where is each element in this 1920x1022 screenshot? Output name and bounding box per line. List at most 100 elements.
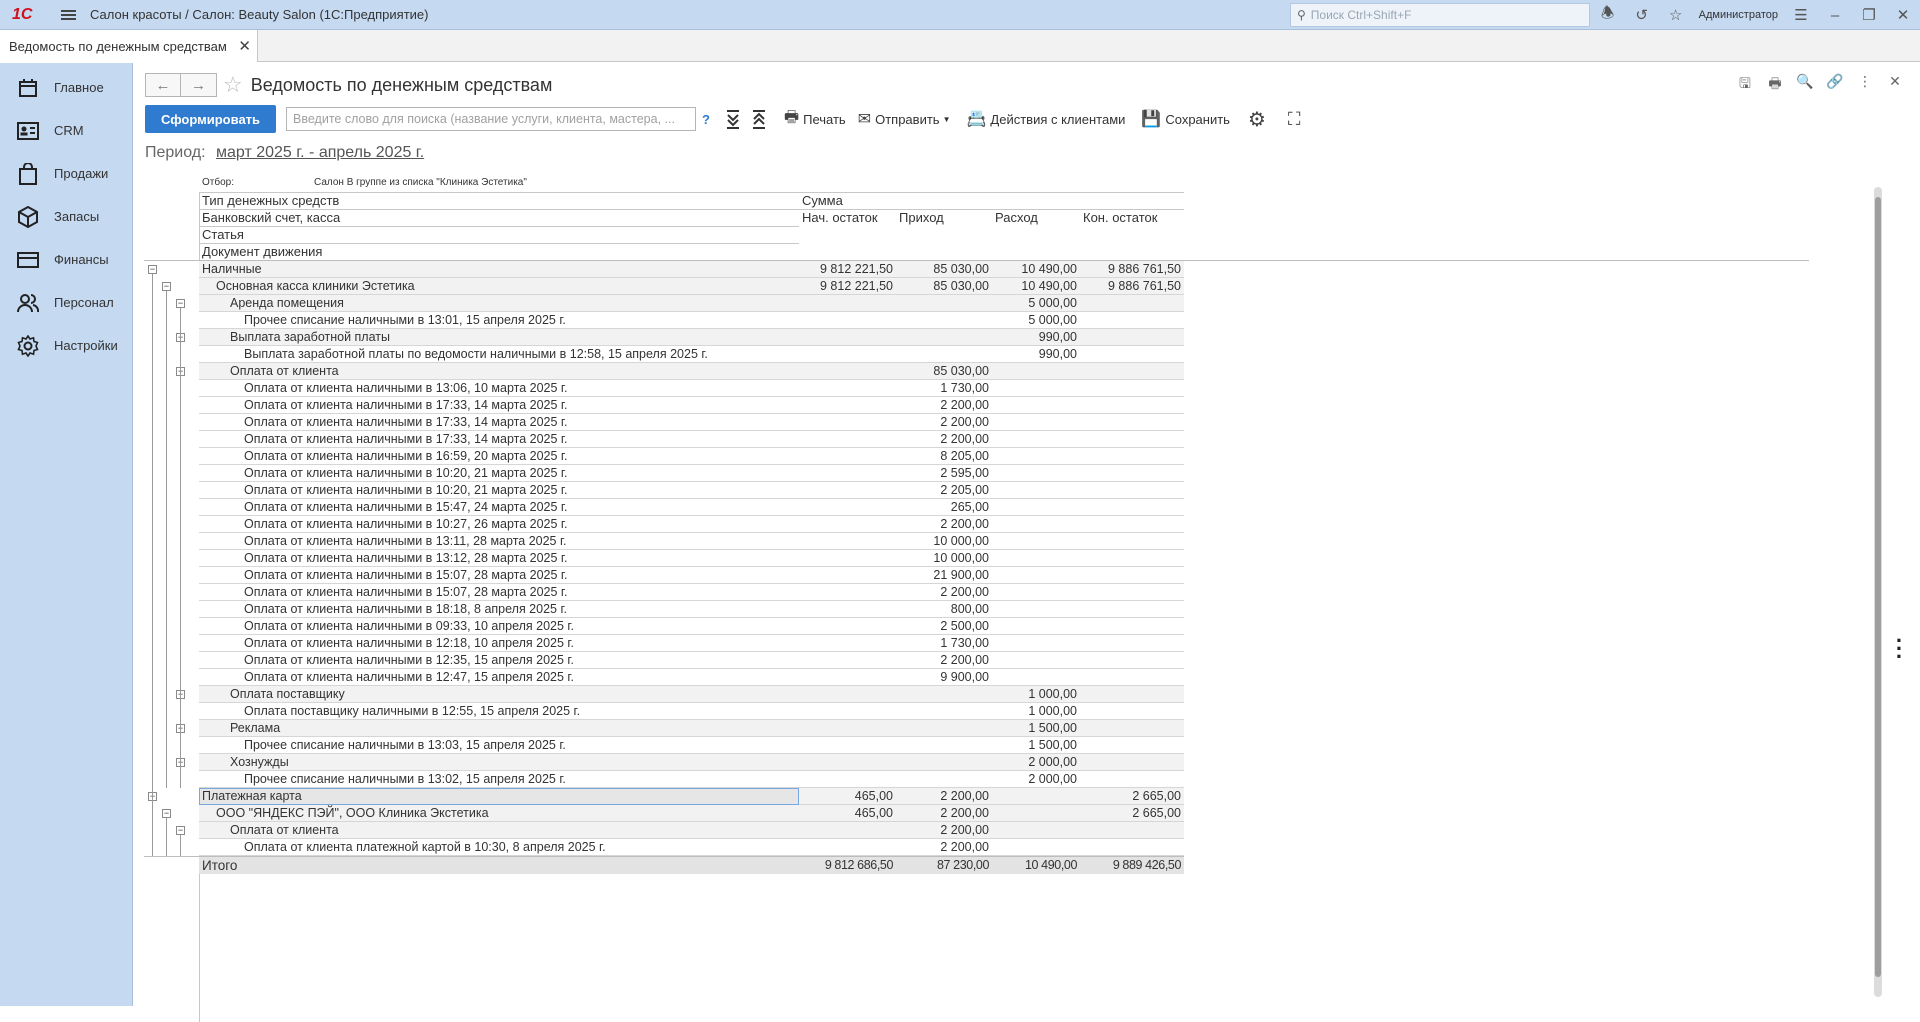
side-panel-handle-icon[interactable]: ... — [1896, 624, 1902, 662]
main-menu-icon[interactable] — [48, 8, 88, 22]
history-icon[interactable]: ↺ — [1625, 6, 1659, 24]
sidebar-item-staff[interactable]: Персонал — [0, 281, 132, 324]
report-row[interactable]: Оплата от клиента наличными в 15:07, 28 … — [199, 584, 1184, 601]
save-button[interactable]: 💾 Сохранить — [1141, 109, 1230, 129]
open-windows-bar: Ведомость по денежным средствам ✕ — [0, 30, 1920, 62]
contact-card-icon: 📇 — [966, 111, 987, 128]
report-row[interactable]: Прочее списание наличными в 13:03, 15 ап… — [199, 737, 1184, 754]
amount-cell: 2 665,00 — [1132, 806, 1181, 820]
row-label: Оплата от клиента наличными в 17:33, 14 … — [244, 415, 568, 429]
amount-cell: 5 000,00 — [1028, 296, 1077, 310]
box-icon — [15, 204, 40, 229]
sidebar-item-sales[interactable]: Продажи — [0, 152, 132, 195]
filter-value: Салон В группе из списка "Клиника Эстети… — [314, 177, 527, 188]
amount-cell: 2 200,00 — [940, 840, 989, 854]
report-settings-button[interactable]: ⚙ — [1248, 107, 1270, 132]
report-row[interactable]: Оплата от клиента наличными в 12:18, 10 … — [199, 635, 1184, 652]
report-group-row[interactable]: Оплата поставщику 1 000,00 — [199, 686, 1184, 703]
report-group-row[interactable]: Основная касса клиники Эстетика 9 812 221… — [199, 278, 1184, 295]
report-row[interactable]: Прочее списание наличными в 13:02, 15 ап… — [199, 771, 1184, 788]
forward-button[interactable]: → — [181, 73, 217, 97]
send-button[interactable]: ✉ Отправить ▼ — [858, 109, 951, 129]
report-group-row[interactable]: Хознужды 2 000,00 — [199, 754, 1184, 771]
sidebar-item-settings[interactable]: Настройки — [0, 324, 132, 367]
report-search-input[interactable]: Введите слово для поиска (название услуг… — [286, 107, 697, 131]
report-row[interactable]: Оплата от клиента наличными в 13:12, 28 … — [199, 550, 1184, 567]
favorites-star-icon[interactable]: ☆ — [1659, 6, 1693, 24]
report-row[interactable]: Оплата от клиента наличными в 18:18, 8 а… — [199, 601, 1184, 618]
close-window-icon[interactable]: ✕ — [1886, 6, 1920, 24]
print-button[interactable]: 🖶 Печать — [784, 106, 846, 133]
sidebar-item-main[interactable]: Главное — [0, 66, 132, 109]
report-row[interactable]: Оплата от клиента наличными в 15:07, 28 … — [199, 567, 1184, 584]
sidebar-item-crm[interactable]: CRM — [0, 109, 132, 152]
current-user[interactable]: Администратор — [1693, 9, 1784, 21]
report-row[interactable]: Оплата от клиента наличными в 10:20, 21 … — [199, 482, 1184, 499]
notifications-bell-icon[interactable]: 🕭 — [1591, 3, 1625, 28]
link-icon[interactable]: 🔗 — [1820, 73, 1850, 97]
report-row[interactable]: Прочее списание наличными в 13:01, 15 ап… — [199, 312, 1184, 329]
client-actions-button[interactable]: 📇 Действия с клиентами — [966, 109, 1125, 129]
report-row[interactable]: Оплата от клиента наличными в 12:35, 15 … — [199, 652, 1184, 669]
collapse-toggle-icon[interactable]: − — [162, 282, 171, 291]
amount-cell: 2 200,00 — [940, 432, 989, 446]
tab-cash-report[interactable]: Ведомость по денежным средствам ✕ — [0, 30, 258, 62]
sidebar-item-inventory[interactable]: Запасы — [0, 195, 132, 238]
vertical-scrollbar[interactable] — [1874, 187, 1882, 997]
send-label: Отправить — [875, 111, 940, 127]
report-row[interactable]: Оплата от клиента наличными в 10:27, 26 … — [199, 516, 1184, 533]
close-tab-icon[interactable]: ✕ — [238, 37, 251, 55]
report-row[interactable]: Оплата от клиента наличными в 09:33, 10 … — [199, 618, 1184, 635]
collapse-toggle-icon[interactable]: − — [162, 809, 171, 818]
period-link[interactable]: март 2025 г. - апрель 2025 г. — [216, 144, 424, 161]
report-group-row[interactable]: Платежная карта 465,00 2 200,00 2 665,00 — [199, 788, 1184, 805]
generate-button[interactable]: Сформировать — [145, 105, 277, 133]
report-row[interactable]: Оплата от клиента наличными в 15:47, 24 … — [199, 499, 1184, 516]
report-group-row[interactable]: Аренда помещения 5 000,00 — [199, 295, 1184, 312]
report-row[interactable]: Оплата от клиента наличными в 17:33, 14 … — [199, 414, 1184, 431]
collapse-toggle-icon[interactable]: − — [176, 826, 185, 835]
print-icon[interactable]: 🖶 — [1760, 73, 1790, 97]
collapse-toggle-icon[interactable]: − — [176, 299, 185, 308]
row-label: Платежная карта — [202, 789, 302, 803]
report-group-row[interactable]: Наличные 9 812 221,50 85 030,00 10 490,00 9 … — [199, 261, 1184, 278]
report-row[interactable]: Оплата от клиента наличными в 10:20, 21 … — [199, 465, 1184, 482]
report-row[interactable]: Выплата заработной платы по ведомости на… — [199, 346, 1184, 363]
report-group-row[interactable]: Оплата от клиента 2 200,00 — [199, 822, 1184, 839]
fullscreen-button[interactable]: ⛶ — [1288, 109, 1305, 130]
total-row[interactable]: Итого 9 812 686,50 87 230,00 10 490,00 9 889… — [199, 856, 1184, 874]
favorite-star-icon[interactable]: ☆ — [223, 72, 243, 98]
report-row[interactable]: Оплата от клиента платежной картой в 10:… — [199, 839, 1184, 856]
settings-menu-icon[interactable]: ☰ — [1784, 6, 1818, 24]
back-button[interactable]: ← — [145, 73, 181, 97]
save-disk-icon[interactable]: 🖫 — [1730, 73, 1760, 97]
report-row[interactable]: Оплата от клиента наличными в 13:11, 28 … — [199, 533, 1184, 550]
global-search-input[interactable]: ⚲ Поиск Ctrl+Shift+F — [1290, 3, 1590, 27]
report-group-row[interactable]: ООО "ЯНДЕКС ПЭЙ", ООО Клиника Экстетика 4… — [199, 805, 1184, 822]
collapse-all-button[interactable] — [752, 109, 766, 129]
report-row[interactable]: Оплата от клиента наличными в 16:59, 20 … — [199, 448, 1184, 465]
preview-icon[interactable]: 🔍 — [1790, 73, 1820, 97]
report-spreadsheet[interactable]: Отбор: Салон В группе из списка "Клиника … — [144, 175, 1814, 1022]
close-form-icon[interactable]: ✕ — [1880, 73, 1910, 97]
report-group-row[interactable]: Реклама 1 500,00 — [199, 720, 1184, 737]
global-search-placeholder: Поиск Ctrl+Shift+F — [1310, 8, 1412, 22]
report-row[interactable]: Оплата от клиента наличными в 13:06, 10 … — [199, 380, 1184, 397]
report-row[interactable]: Оплата от клиента наличными в 17:33, 14 … — [199, 431, 1184, 448]
expand-all-button[interactable] — [726, 109, 740, 129]
collapse-toggle-icon[interactable]: − — [148, 265, 157, 274]
report-row[interactable]: Оплата от клиента наличными в 17:33, 14 … — [199, 397, 1184, 414]
more-menu-icon[interactable]: ⋮ — [1850, 73, 1880, 97]
restore-icon[interactable]: ❐ — [1852, 6, 1886, 24]
report-group-row[interactable]: Оплата от клиента 85 030,00 — [199, 363, 1184, 380]
report-row[interactable]: Оплата поставщику наличными в 12:55, 15 … — [199, 703, 1184, 720]
report-group-row[interactable]: Выплата заработной платы 990,00 — [199, 329, 1184, 346]
amount-cell: 1 500,00 — [1028, 738, 1077, 752]
sidebar-item-finance[interactable]: Финансы — [0, 238, 132, 281]
fullscreen-icon: ⛶ — [1287, 108, 1301, 129]
minimize-icon[interactable]: – — [1818, 7, 1852, 24]
scrollbar-thumb[interactable] — [1875, 197, 1881, 977]
report-row[interactable]: Оплата от клиента наличными в 12:47, 15 … — [199, 669, 1184, 686]
row-label: Хознужды — [230, 755, 289, 769]
search-help-icon[interactable]: ? — [702, 112, 710, 127]
